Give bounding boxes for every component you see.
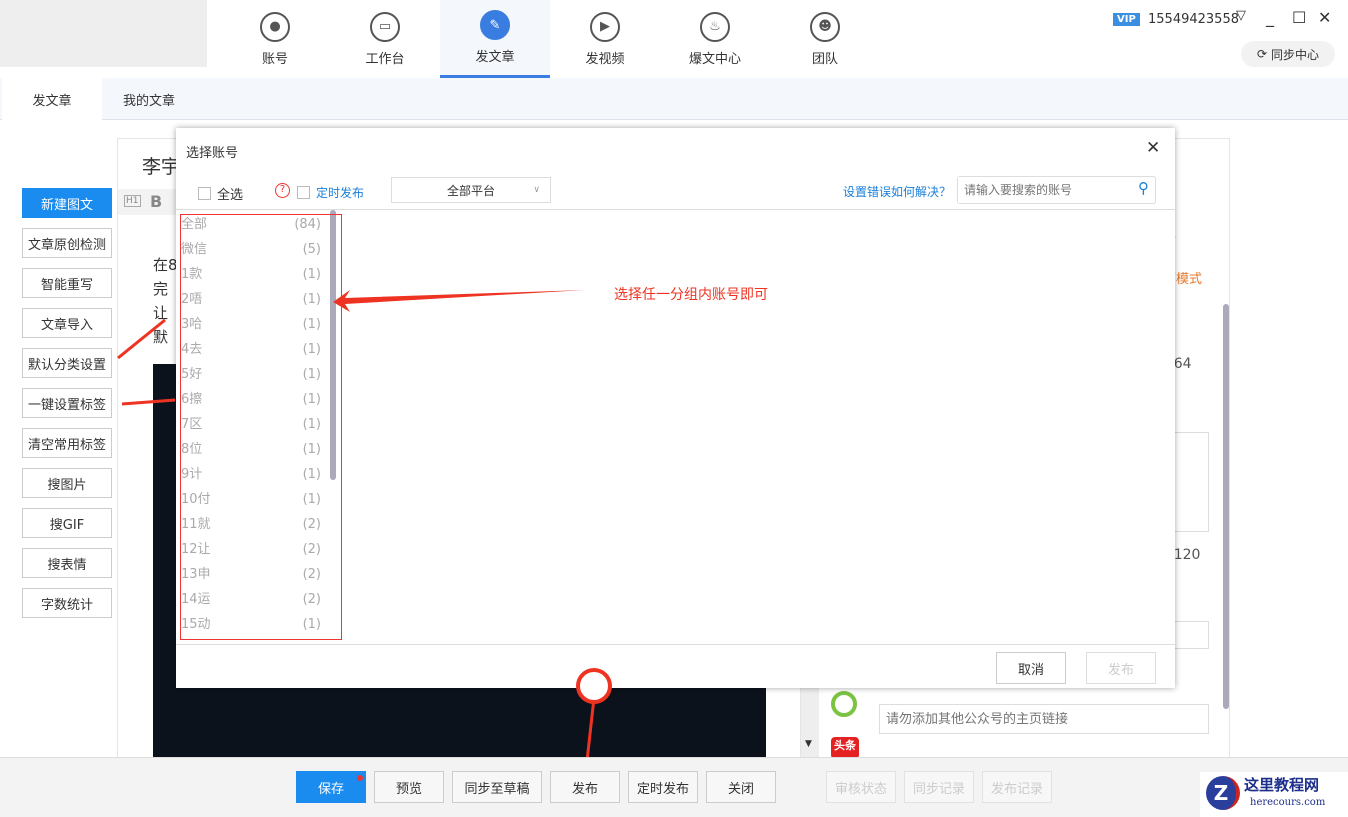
arrow-to-tags <box>121 398 176 406</box>
watermark-name: 这里教程网 <box>1244 776 1320 794</box>
annotation-marker <box>576 668 612 704</box>
publish-log-button[interactable]: 发布记录 <box>982 771 1052 803</box>
close-button[interactable]: 关闭 <box>706 771 776 803</box>
watermark-logo-icon: Z <box>1206 776 1240 810</box>
arrow-to-category <box>117 318 166 360</box>
sync-log-button[interactable]: 同步记录 <box>904 771 974 803</box>
annotation-arrows <box>117 290 612 771</box>
annotation-text: 选择任一分组内账号即可 <box>614 287 768 303</box>
unsaved-dot <box>357 775 363 781</box>
watermark: Z 这里教程网 herecours.com <box>1200 772 1348 817</box>
arrow-to-list <box>333 290 585 312</box>
save-button[interactable]: 保存 <box>296 771 366 803</box>
publish-main-button[interactable]: 发布 <box>550 771 620 803</box>
scheduled-publish-button[interactable]: 定时发布 <box>628 771 698 803</box>
sync-draft-button[interactable]: 同步至草稿 <box>452 771 542 803</box>
save-label: 保存 <box>317 781 344 797</box>
review-status-button[interactable]: 审核状态 <box>826 771 896 803</box>
preview-button[interactable]: 预览 <box>374 771 444 803</box>
watermark-url: herecours.com <box>1250 797 1326 808</box>
